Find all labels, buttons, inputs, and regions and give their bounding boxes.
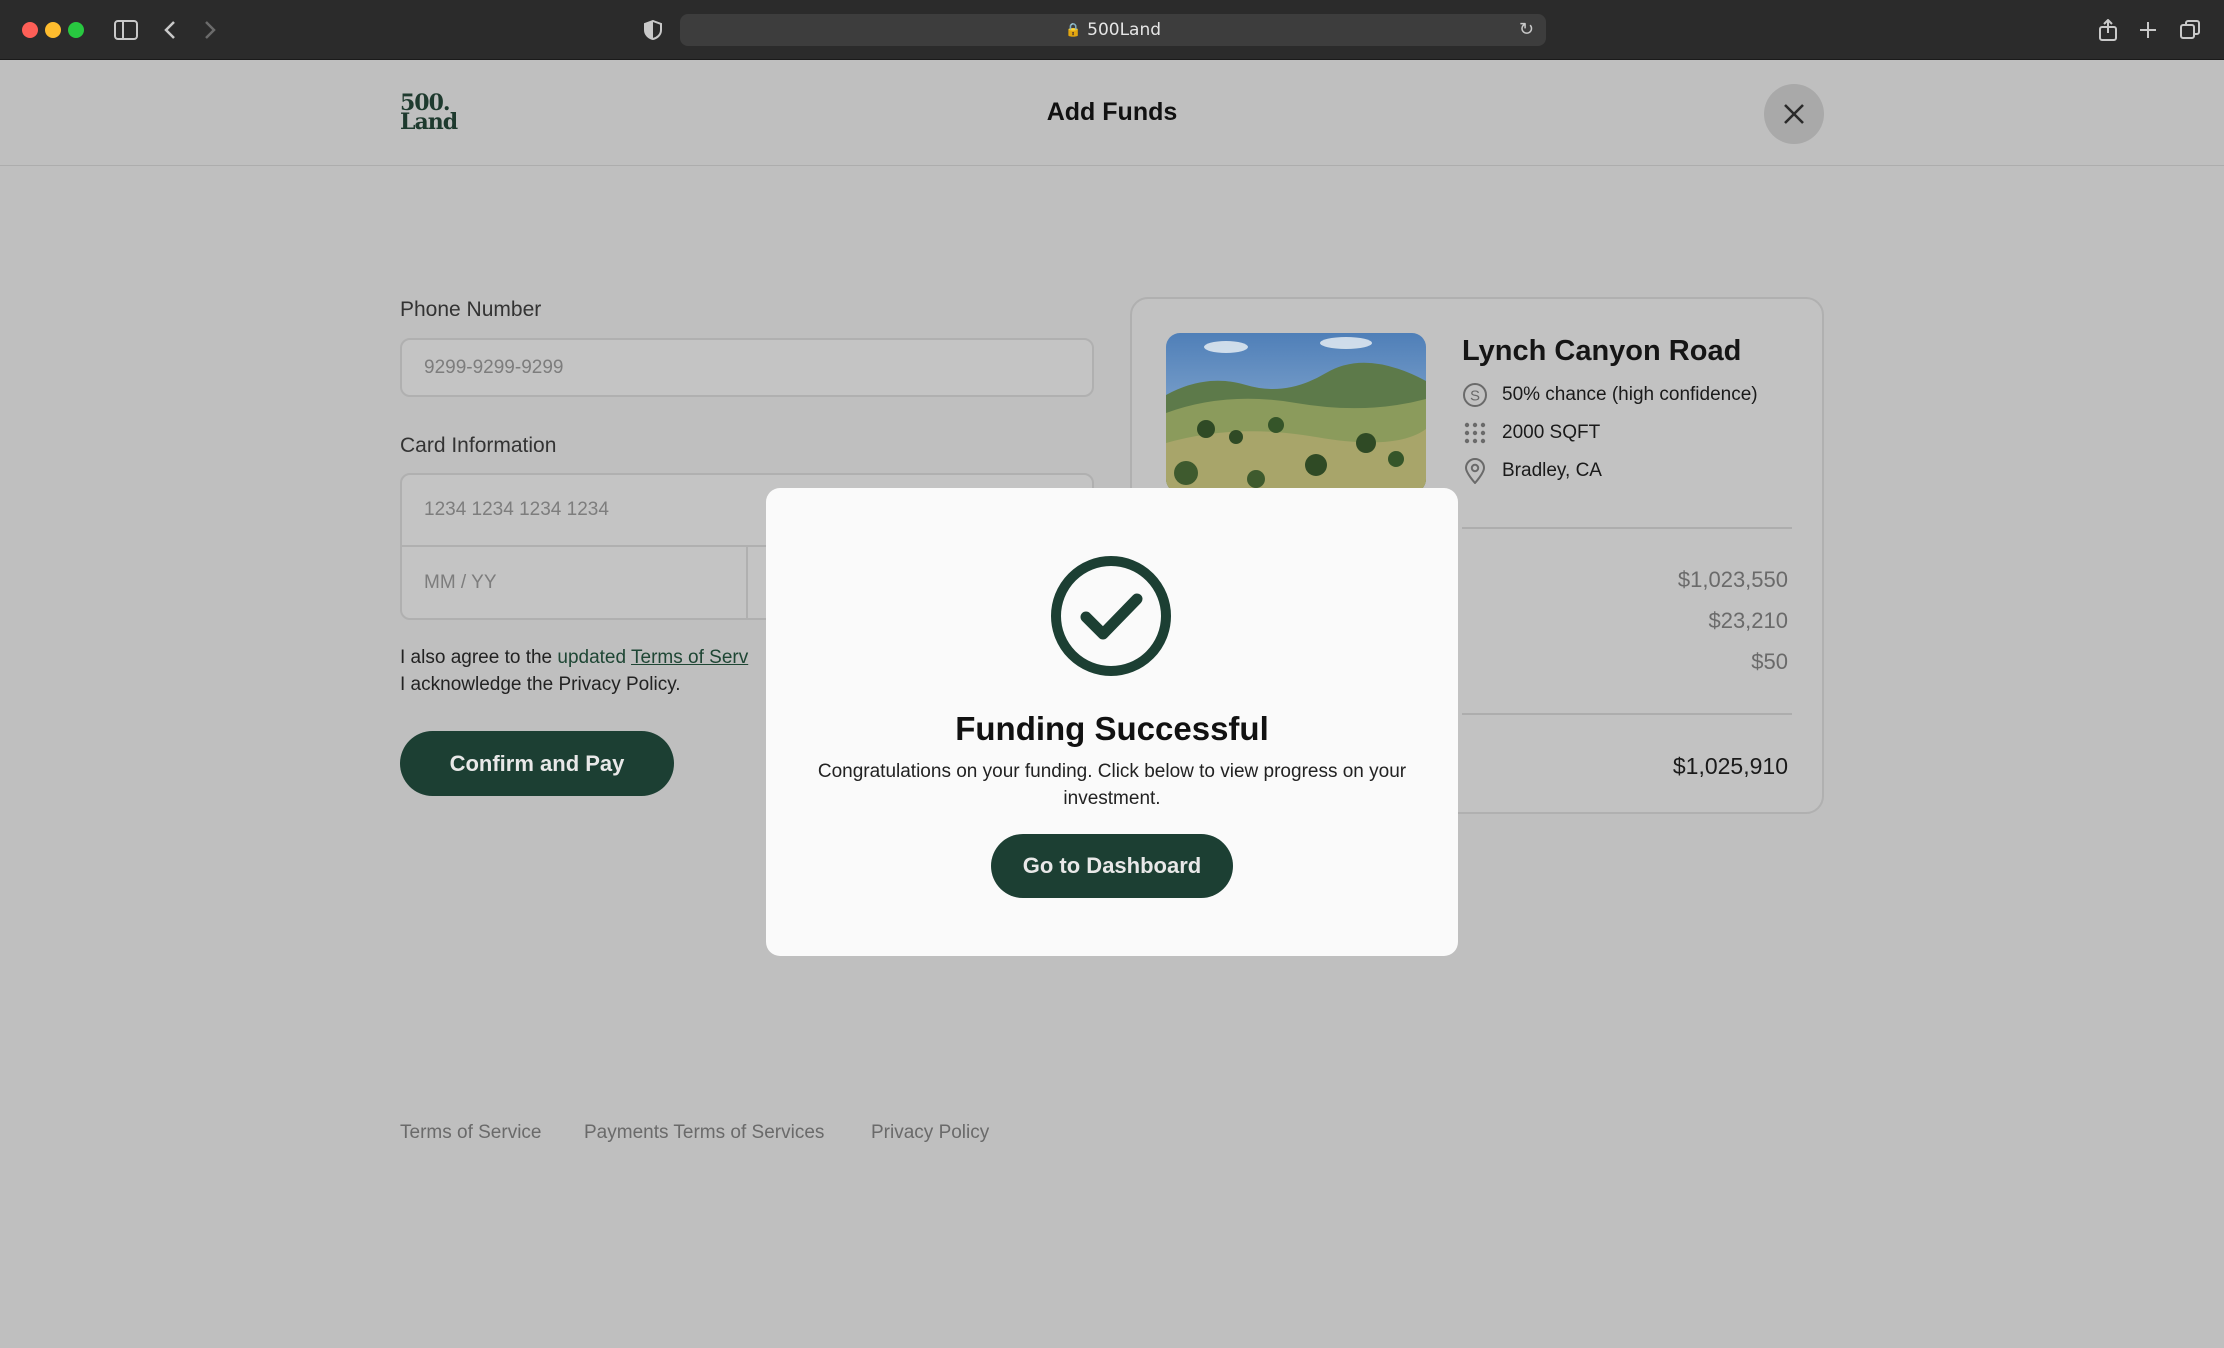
privacy-shield-icon[interactable] xyxy=(642,14,664,46)
tab-overview-icon[interactable] xyxy=(2178,14,2202,46)
url-text: 500Land xyxy=(1087,20,1162,40)
amount-value: $1,023,550 xyxy=(1677,567,1788,592)
close-window-button[interactable] xyxy=(22,22,38,38)
sidebar-toggle-icon[interactable] xyxy=(112,14,140,46)
dollar-coin-icon: S xyxy=(1462,382,1488,408)
minimize-window-button[interactable] xyxy=(45,22,61,38)
footer-payment-terms-link[interactable]: Payments Terms of Services xyxy=(584,1122,824,1144)
lock-icon: 🔒 xyxy=(1064,22,1082,38)
reload-icon[interactable]: ↻ xyxy=(1519,19,1534,40)
terms-agreement: I also agree to the updated Terms of Ser… xyxy=(400,644,766,698)
success-modal: Funding Successful Congratulations on yo… xyxy=(766,488,1458,956)
page-title: Add Funds xyxy=(1046,98,1178,126)
grid-dots-icon xyxy=(1462,420,1488,446)
footer-privacy-link[interactable]: Privacy Policy xyxy=(871,1122,989,1144)
chance-text: 50% chance (high confidence) xyxy=(1502,384,1758,405)
map-pin-icon xyxy=(1462,458,1488,484)
browser-toolbar: 🔒 500Land ↻ xyxy=(0,0,2224,60)
check-circle-icon xyxy=(1051,556,1171,676)
privacy-acknowledgement: I acknowledge the Privacy Policy. xyxy=(400,674,681,695)
area-text: 2000 SQFT xyxy=(1502,422,1601,443)
new-tab-icon[interactable] xyxy=(2136,14,2160,46)
property-image xyxy=(1166,333,1426,493)
page-header: 500. Land Add Funds xyxy=(0,60,2224,166)
confirm-and-pay-button[interactable]: Confirm and Pay xyxy=(400,731,674,796)
amount-value: $23,210 xyxy=(1708,608,1788,633)
agree-updated-text: updated xyxy=(557,647,632,668)
property-name: Lynch Canyon Road xyxy=(1462,335,1742,367)
card-divider xyxy=(1462,527,1792,529)
amount-value: $50 xyxy=(1751,649,1788,674)
location-text: Bradley, CA xyxy=(1502,460,1602,481)
expiry-input[interactable]: MM / YY xyxy=(400,545,748,620)
modal-message: Congratulations on your funding. Click b… xyxy=(817,761,1407,809)
terms-of-service-link[interactable]: Terms of Serv xyxy=(631,647,748,668)
phone-label: Phone Number xyxy=(400,298,542,321)
agree-text: I also agree to the xyxy=(400,647,558,668)
close-button[interactable] xyxy=(1764,84,1824,144)
expiry-placeholder: MM / YY xyxy=(424,571,497,593)
address-bar[interactable]: 🔒 500Land ↻ xyxy=(680,14,1546,46)
card-number-placeholder: 1234 1234 1234 1234 xyxy=(424,499,609,520)
total-amount: $1,025,910 xyxy=(1672,753,1788,779)
forward-icon[interactable] xyxy=(200,14,220,46)
area-row: 2000 SQFT xyxy=(1462,420,1600,446)
modal-title: Funding Successful xyxy=(955,710,1269,747)
phone-placeholder: 9299-9299-9299 xyxy=(424,356,564,378)
chance-row: S 50% chance (high confidence) xyxy=(1462,382,1758,408)
location-row: Bradley, CA xyxy=(1462,458,1602,484)
card-divider xyxy=(1462,713,1792,715)
back-icon[interactable] xyxy=(160,14,180,46)
footer-terms-link[interactable]: Terms of Service xyxy=(400,1122,541,1144)
phone-input[interactable]: 9299-9299-9299 xyxy=(400,338,1094,397)
zoom-window-button[interactable] xyxy=(68,22,84,38)
card-info-label: Card Information xyxy=(400,434,557,457)
go-to-dashboard-button[interactable]: Go to Dashboard xyxy=(991,834,1233,898)
svg-text:S: S xyxy=(1470,388,1480,405)
close-icon xyxy=(1784,104,1804,124)
share-icon[interactable] xyxy=(2096,14,2120,46)
